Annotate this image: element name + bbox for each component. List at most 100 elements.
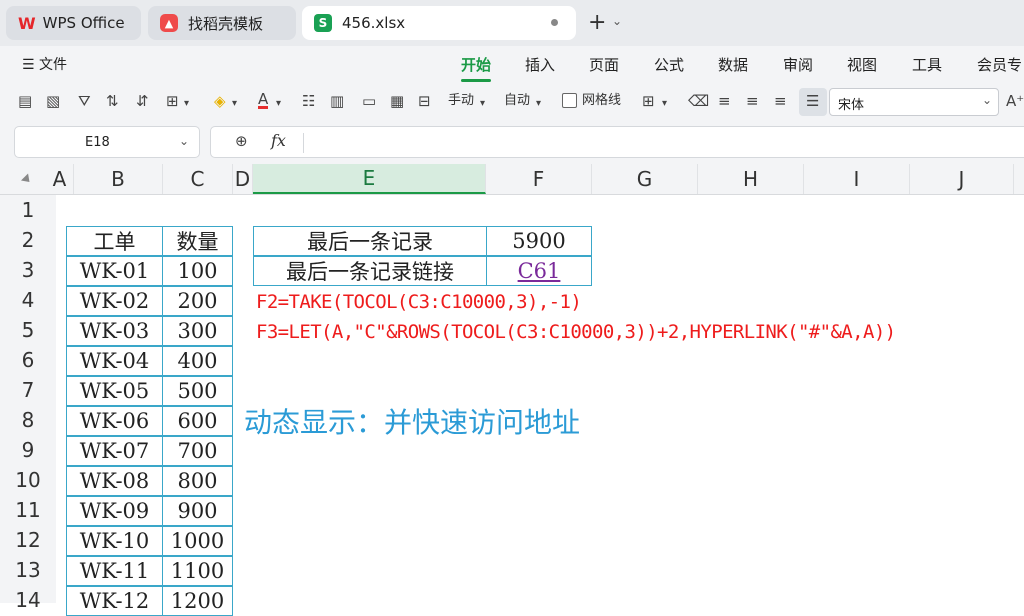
row-header[interactable]: 9	[0, 435, 56, 465]
manual-calc-button[interactable]: 手动	[448, 92, 474, 110]
table-cell-qty[interactable]: 100	[162, 256, 233, 286]
menu-tab-view[interactable]: 视图	[847, 54, 877, 75]
table-cell-order[interactable]: WK-12	[66, 586, 163, 616]
chevron-down-icon[interactable]: ▾	[662, 95, 667, 113]
last-link-cell[interactable]: C61	[486, 256, 592, 286]
table-cell-qty[interactable]: 200	[162, 286, 233, 316]
cell-format-icon[interactable]: ▭	[362, 92, 376, 110]
row-header[interactable]: 7	[0, 375, 56, 405]
chevron-down-icon[interactable]: ▾	[276, 95, 281, 113]
freeze-panes-icon[interactable]: ⊟	[418, 92, 431, 110]
table-cell-order[interactable]: WK-04	[66, 346, 163, 376]
row-header[interactable]: 1	[0, 195, 56, 225]
column-header-selected[interactable]: E	[253, 164, 486, 194]
paste-values-icon[interactable]: ▤	[18, 92, 32, 110]
table-cell-order[interactable]: WK-11	[66, 556, 163, 586]
table-cell-qty[interactable]: 900	[162, 496, 233, 526]
table-cell-order[interactable]: WK-07	[66, 436, 163, 466]
new-tab-button[interactable]: +	[588, 10, 606, 36]
formula-note-f2[interactable]: F2=TAKE(TOCOL(C3:C10000,3),-1)	[256, 291, 582, 313]
chevron-down-icon[interactable]: ▾	[536, 95, 541, 113]
zoom-icon[interactable]: ⊕	[235, 132, 248, 150]
formula-note-f3[interactable]: F3=LET(A,"C"&ROWS(TOCOL(C3:C10000,3))+2,…	[256, 321, 896, 343]
paste-special-icon[interactable]: ▧	[46, 92, 60, 110]
table-cell-order[interactable]: WK-05	[66, 376, 163, 406]
table-cell-order[interactable]: WK-10	[66, 526, 163, 556]
row-header[interactable]: 13	[0, 555, 56, 585]
column-header[interactable]: I	[804, 164, 910, 194]
table-header-order[interactable]: 工单	[66, 226, 163, 256]
menu-tab-home[interactable]: 开始	[461, 54, 491, 75]
select-all-icon[interactable]	[20, 173, 34, 186]
row-header[interactable]: 12	[0, 525, 56, 555]
chevron-down-icon[interactable]: ⌄	[612, 14, 622, 28]
increase-font-icon[interactable]: A⁺	[1006, 92, 1024, 110]
table-cell-order[interactable]: WK-03	[66, 316, 163, 346]
formula-input[interactable]: ⊕ fx	[210, 126, 1024, 158]
table-cell-qty[interactable]: 600	[162, 406, 233, 436]
menu-tab-data[interactable]: 数据	[718, 54, 748, 75]
filter-icon[interactable]: ⛛	[78, 92, 91, 110]
table-cell-order[interactable]: WK-08	[66, 466, 163, 496]
font-family-select[interactable]: 宋体 ⌄	[829, 88, 999, 116]
clear-format-icon[interactable]: ⌫	[688, 92, 709, 110]
table-header-qty[interactable]: 数量	[162, 226, 233, 256]
table-cell-order[interactable]: WK-01	[66, 256, 163, 286]
table-cell-order[interactable]: WK-09	[66, 496, 163, 526]
font-color-icon[interactable]: A	[258, 92, 269, 109]
caption-text[interactable]: 动态显示：并快速访问地址	[244, 401, 580, 441]
table-cell-order[interactable]: WK-02	[66, 286, 163, 316]
menu-tab-review[interactable]: 审阅	[783, 54, 813, 75]
last-record-value[interactable]: 5900	[486, 226, 592, 256]
menu-tab-insert[interactable]: 插入	[525, 54, 555, 75]
name-box[interactable]: E18 ⌄	[14, 126, 200, 158]
fill-color-icon[interactable]: ◈	[214, 92, 226, 110]
column-header[interactable]: H	[698, 164, 804, 194]
row-header[interactable]: 3	[0, 255, 56, 285]
auto-calc-button[interactable]: 自动	[504, 92, 530, 110]
row-header[interactable]: 4	[0, 285, 56, 315]
column-header[interactable]: A	[46, 164, 74, 194]
chevron-down-icon[interactable]: ▾	[232, 95, 237, 113]
column-header[interactable]: B	[74, 164, 163, 194]
column-header[interactable]: J	[910, 164, 1014, 194]
file-menu-button[interactable]: ☰ 文件	[22, 54, 67, 74]
row-header[interactable]: 10	[0, 465, 56, 495]
row-header[interactable]: 6	[0, 345, 56, 375]
last-record-label[interactable]: 最后一条记录	[253, 226, 487, 256]
row-header[interactable]: 14	[0, 585, 56, 615]
table-cell-qty[interactable]: 1100	[162, 556, 233, 586]
table-cell-qty[interactable]: 1000	[162, 526, 233, 556]
menu-tab-formulas[interactable]: 公式	[654, 54, 684, 75]
table-cell-order[interactable]: WK-06	[66, 406, 163, 436]
unsaved-dot-icon[interactable]	[551, 19, 558, 26]
tab-wps-office[interactable]: W WPS Office	[6, 6, 141, 40]
column-header[interactable]: F	[486, 164, 592, 194]
table-cell-qty[interactable]: 500	[162, 376, 233, 406]
borders-icon[interactable]: ⊞	[166, 92, 179, 110]
align-right-icon[interactable]: ≡	[774, 92, 787, 110]
sort-descending-icon[interactable]: ⇵	[136, 92, 149, 110]
menu-tab-tools[interactable]: 工具	[912, 54, 942, 75]
column-header[interactable]: G	[592, 164, 698, 194]
table-cell-qty[interactable]: 800	[162, 466, 233, 496]
tab-docer-templates[interactable]: ▲ 找稻壳模板	[148, 6, 296, 40]
table-cell-qty[interactable]: 300	[162, 316, 233, 346]
align-left-icon[interactable]: ≡	[718, 92, 731, 110]
table-cell-qty[interactable]: 1200	[162, 586, 233, 616]
tab-456-xlsx[interactable]: S 456.xlsx	[302, 6, 576, 40]
table-style-icon[interactable]: ⊞	[642, 92, 655, 110]
gridlines-checkbox[interactable]	[562, 93, 577, 108]
column-tool-icon[interactable]: ▥	[330, 92, 344, 110]
table-cell-qty[interactable]: 400	[162, 346, 233, 376]
last-link-label[interactable]: 最后一条记录链接	[253, 256, 487, 286]
menu-tab-member[interactable]: 会员专	[977, 54, 1022, 75]
column-header[interactable]: C	[163, 164, 233, 194]
row-header[interactable]: 5	[0, 315, 56, 345]
chevron-down-icon[interactable]: ▾	[480, 95, 485, 113]
hyperlink[interactable]: C61	[518, 259, 561, 283]
row-header[interactable]: 8	[0, 405, 56, 435]
align-center-icon[interactable]: ≡	[746, 92, 759, 110]
chevron-down-icon[interactable]: ▾	[184, 95, 189, 113]
table-cell-qty[interactable]: 700	[162, 436, 233, 466]
